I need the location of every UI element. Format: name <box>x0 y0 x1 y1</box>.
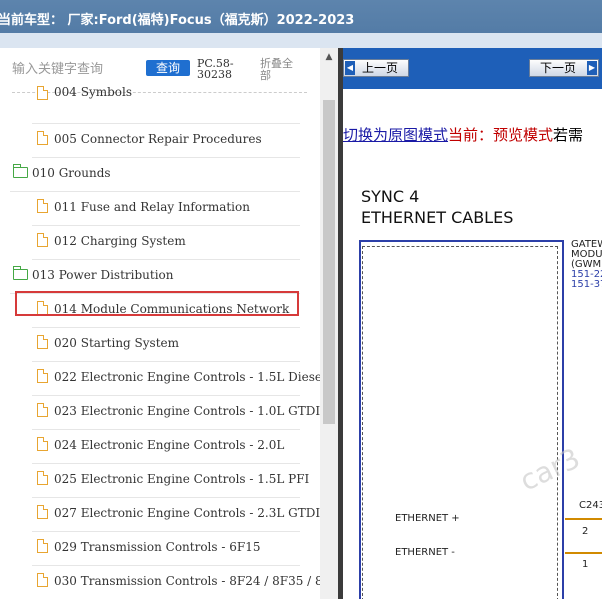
tree-folder-item[interactable]: 010 Grounds <box>10 157 300 192</box>
wire-plus <box>565 518 602 520</box>
tree-item-label: 023 Electronic Engine Controls - 1.0L GT… <box>54 404 321 418</box>
file-icon <box>37 369 48 383</box>
header-strip <box>0 33 602 48</box>
query-button[interactable]: 查询 <box>146 60 190 76</box>
tree-file-item[interactable]: 023 Electronic Engine Controls - 1.0L GT… <box>32 395 320 430</box>
page-nav-bar: ◀ 上一页 下一页 ▶ <box>343 48 602 89</box>
pc-code-label: PC.58-30238 <box>197 57 234 81</box>
tree-file-item[interactable]: 004 Symbols <box>32 85 300 124</box>
tree-file-item[interactable]: 027 Electronic Engine Controls - 2.3L GT… <box>32 497 320 532</box>
tree-item-label: 013 Power Distribution <box>32 268 174 282</box>
tree-file-item[interactable]: 022 Electronic Engine Controls - 1.5L Di… <box>32 361 326 396</box>
prev-page-label: 上一页 <box>362 61 399 75</box>
tree-file-item[interactable]: 020 Starting System <box>32 327 300 362</box>
file-icon <box>37 505 48 519</box>
collapse-all-button[interactable]: 折叠全部 <box>260 58 300 82</box>
file-icon <box>37 199 48 213</box>
header-bar: 当前车型： 厂家:Ford(福特)Focus（福克斯）2022-2023 <box>0 0 602 48</box>
selected-item-highlight <box>15 291 299 316</box>
vehicle-title: 当前车型： 厂家:Ford(福特)Focus（福克斯）2022-2023 <box>0 13 355 28</box>
file-icon <box>37 233 48 247</box>
tree-item-label: 022 Electronic Engine Controls - 1.5L Di… <box>54 370 326 384</box>
arrow-right-icon: ▶ <box>587 61 597 75</box>
tree-item-label: 020 Starting System <box>54 336 179 350</box>
left-panel: 查询 PC.58-30238 折叠全部 004 Symbols 005 Conne… <box>0 48 338 599</box>
tree-item-label: 029 Transmission Controls - 6F15 <box>54 540 261 554</box>
tree-item-label: 025 Electronic Engine Controls - 1.5L PF… <box>54 472 310 486</box>
file-icon <box>37 403 48 417</box>
diagram-title: SYNC 4 ETHERNET CABLES <box>361 186 513 228</box>
connector-label: C243 <box>579 500 602 511</box>
ethernet-plus-label: ETHERNET + <box>395 513 460 524</box>
file-icon <box>37 471 48 485</box>
scroll-up-arrow-icon[interactable]: ▲ <box>320 48 338 66</box>
arrow-left-icon: ◀ <box>345 61 355 75</box>
search-input[interactable] <box>12 60 138 78</box>
tree-file-item[interactable]: 029 Transmission Controls - 6F15 <box>32 531 300 566</box>
tree-scrollbar[interactable]: ▲ <box>320 48 338 599</box>
ethernet-minus-label: ETHERNET - <box>395 547 455 558</box>
prev-page-button[interactable]: ◀ 上一页 <box>343 59 409 77</box>
pin-1-label: 1 <box>582 559 589 570</box>
tree-item-label: 004 Symbols <box>54 85 132 99</box>
tree-file-item[interactable]: 030 Transmission Controls - 8F24 / 8F35 … <box>32 565 338 599</box>
gw-pn2: 151-37 <box>571 279 602 290</box>
tree-item-label: 012 Charging System <box>54 234 186 248</box>
file-icon <box>37 437 48 451</box>
tree-file-item[interactable]: 005 Connector Repair Procedures <box>32 123 300 158</box>
tree-item-label: 005 Connector Repair Procedures <box>54 132 262 146</box>
search-bar: 查询 PC.58-30238 折叠全部 <box>0 48 320 90</box>
tree-file-item[interactable]: 012 Charging System <box>32 225 300 260</box>
file-icon <box>37 539 48 553</box>
scroll-thumb[interactable] <box>323 100 335 424</box>
switch-original-mode-link[interactable]: 切换为原图模式 <box>343 126 448 144</box>
tree-item-label: 027 Electronic Engine Controls - 2.3L GT… <box>54 506 321 520</box>
tree-file-item[interactable]: 025 Electronic Engine Controls - 1.5L PF… <box>32 463 309 498</box>
diagram-title-line1: SYNC 4 <box>361 187 420 206</box>
file-icon <box>37 573 48 587</box>
gateway-module-label: GATEW MODU (GWM) 151-22 151-37 <box>571 240 602 290</box>
wire-minus <box>565 552 602 554</box>
tree-folder-item[interactable]: 013 Power Distribution <box>10 259 300 294</box>
pin-2-label: 2 <box>582 526 589 537</box>
tree-item-label: 011 Fuse and Relay Information <box>54 200 250 214</box>
right-panel: ◀ 上一页 下一页 ▶ 切换为原图模式当前：预览模式若需 SYNC 4 ETHE… <box>343 48 602 599</box>
folder-icon <box>13 266 28 280</box>
tree-item-label: 030 Transmission Controls - 8F24 / 8F35 … <box>54 574 338 588</box>
tree-file-item[interactable]: 024 Electronic Engine Controls - 2.0L <box>32 429 300 464</box>
mode-tail-text: 若需 <box>553 126 584 144</box>
file-icon <box>37 86 48 100</box>
next-page-label: 下一页 <box>540 61 577 75</box>
file-icon <box>37 131 48 145</box>
file-icon <box>37 335 48 349</box>
tree-file-item[interactable]: 011 Fuse and Relay Information <box>32 191 300 226</box>
mode-line: 切换为原图模式当前：预览模式若需 <box>343 124 583 145</box>
current-mode-label: 当前：预览模式 <box>448 126 554 144</box>
next-page-button[interactable]: 下一页 ▶ <box>529 59 599 77</box>
diagram-inner-box <box>362 246 558 599</box>
tree-item-label: 010 Grounds <box>32 166 111 180</box>
tree-item-label: 024 Electronic Engine Controls - 2.0L <box>54 438 285 452</box>
diagram-title-line2: ETHERNET CABLES <box>361 208 514 227</box>
folder-icon <box>13 164 28 178</box>
